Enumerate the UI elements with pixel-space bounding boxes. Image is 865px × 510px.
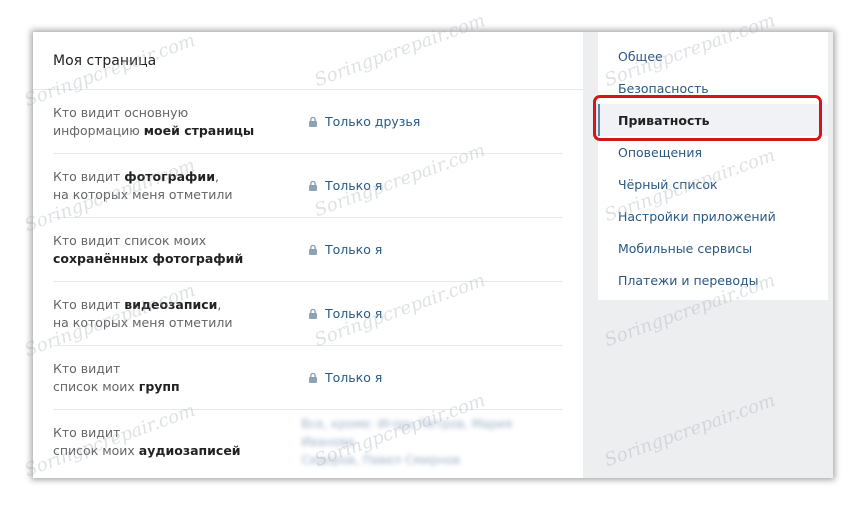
menu-item-blacklist[interactable]: Чёрный список (598, 168, 828, 200)
row-label-line1: Кто видит список моих (53, 232, 207, 248)
privacy-value: Только я (325, 306, 383, 321)
lock-icon (309, 180, 317, 191)
blurred-value-line1: Все, кроме: Игорь Петров, Мария Иванова (301, 416, 513, 449)
settings-window: Моя страница Кто видит основную информац… (33, 32, 833, 478)
settings-side-menu: Общее Безопасность Приватность Оповещени… (598, 32, 828, 300)
privacy-settings-panel: Моя страница Кто видит основную информац… (33, 32, 583, 478)
row-label: Кто видит список моих групп (53, 360, 307, 396)
blurred-value-line2: Сидоров, Павел Смирнов (301, 452, 461, 467)
privacy-row-audio: Кто видит список моих аудиозаписей Все, … (53, 410, 563, 473)
menu-item-privacy[interactable]: Приватность (598, 104, 828, 136)
row-label-line1: Кто видит основную (53, 104, 189, 120)
privacy-rows: Кто видит основную информацию моей стран… (33, 90, 583, 473)
privacy-value-dropdown[interactable]: Все, кроме: Игорь Петров, Мария Иванова … (301, 415, 563, 469)
privacy-value: Только я (325, 242, 383, 257)
row-label: Кто видит фотографии, на которых меня от… (53, 168, 307, 204)
menu-item-mobile-services[interactable]: Мобильные сервисы (598, 232, 828, 264)
privacy-row-tagged-photos: Кто видит фотографии, на которых меня от… (53, 154, 563, 218)
privacy-value-dropdown[interactable]: Только я (307, 242, 382, 257)
row-label: Кто видит основную информацию моей стран… (53, 104, 307, 140)
row-label-line2: информацию моей страницы (53, 122, 255, 138)
privacy-row-groups: Кто видит список моих групп Только я (53, 346, 563, 410)
privacy-row-saved-photos: Кто видит список моих сохранённых фотогр… (53, 218, 563, 282)
row-label: Кто видит список моих сохранённых фотогр… (53, 232, 307, 268)
panel-header: Моя страница (33, 32, 583, 90)
row-label-line1: Кто видит фотографии, (53, 168, 219, 184)
menu-item-notifications[interactable]: Оповещения (598, 136, 828, 168)
privacy-value: Только друзья (325, 114, 421, 129)
menu-item-app-settings[interactable]: Настройки приложений (598, 200, 828, 232)
row-label-line1: Кто видит видеозаписи, (53, 296, 222, 312)
menu-item-payments[interactable]: Платежи и переводы (598, 264, 828, 296)
row-label-line2: на которых меня отметили (53, 314, 233, 330)
row-label-line1: Кто видит (53, 424, 121, 440)
lock-icon (309, 372, 317, 383)
menu-item-security[interactable]: Безопасность (598, 72, 828, 104)
privacy-row-basic-info: Кто видит основную информацию моей стран… (53, 90, 563, 154)
privacy-row-tagged-videos: Кто видит видеозаписи, на которых меня о… (53, 282, 563, 346)
privacy-value: Только я (325, 178, 383, 193)
row-label: Кто видит видеозаписи, на которых меня о… (53, 296, 307, 332)
privacy-value-dropdown[interactable]: Только друзья (307, 114, 420, 129)
side-menu-list: Общее Безопасность Приватность Оповещени… (598, 32, 828, 296)
privacy-value-dropdown[interactable]: Только я (307, 370, 382, 385)
row-label: Кто видит список моих аудиозаписей (53, 424, 301, 460)
privacy-value: Только я (325, 370, 383, 385)
row-label-line2: на которых меня отметили (53, 186, 233, 202)
lock-icon (309, 244, 317, 255)
lock-icon (309, 116, 317, 127)
page-title: Моя страница (53, 52, 157, 69)
lock-icon (309, 308, 317, 319)
row-label-line1: Кто видит (53, 360, 121, 376)
privacy-value-dropdown[interactable]: Только я (307, 178, 382, 193)
row-label-line2: список моих аудиозаписей (53, 442, 241, 458)
row-label-line2: список моих групп (53, 378, 180, 394)
row-label-line2: сохранённых фотографий (53, 250, 244, 266)
privacy-value-dropdown[interactable]: Только я (307, 306, 382, 321)
menu-item-general[interactable]: Общее (598, 40, 828, 72)
